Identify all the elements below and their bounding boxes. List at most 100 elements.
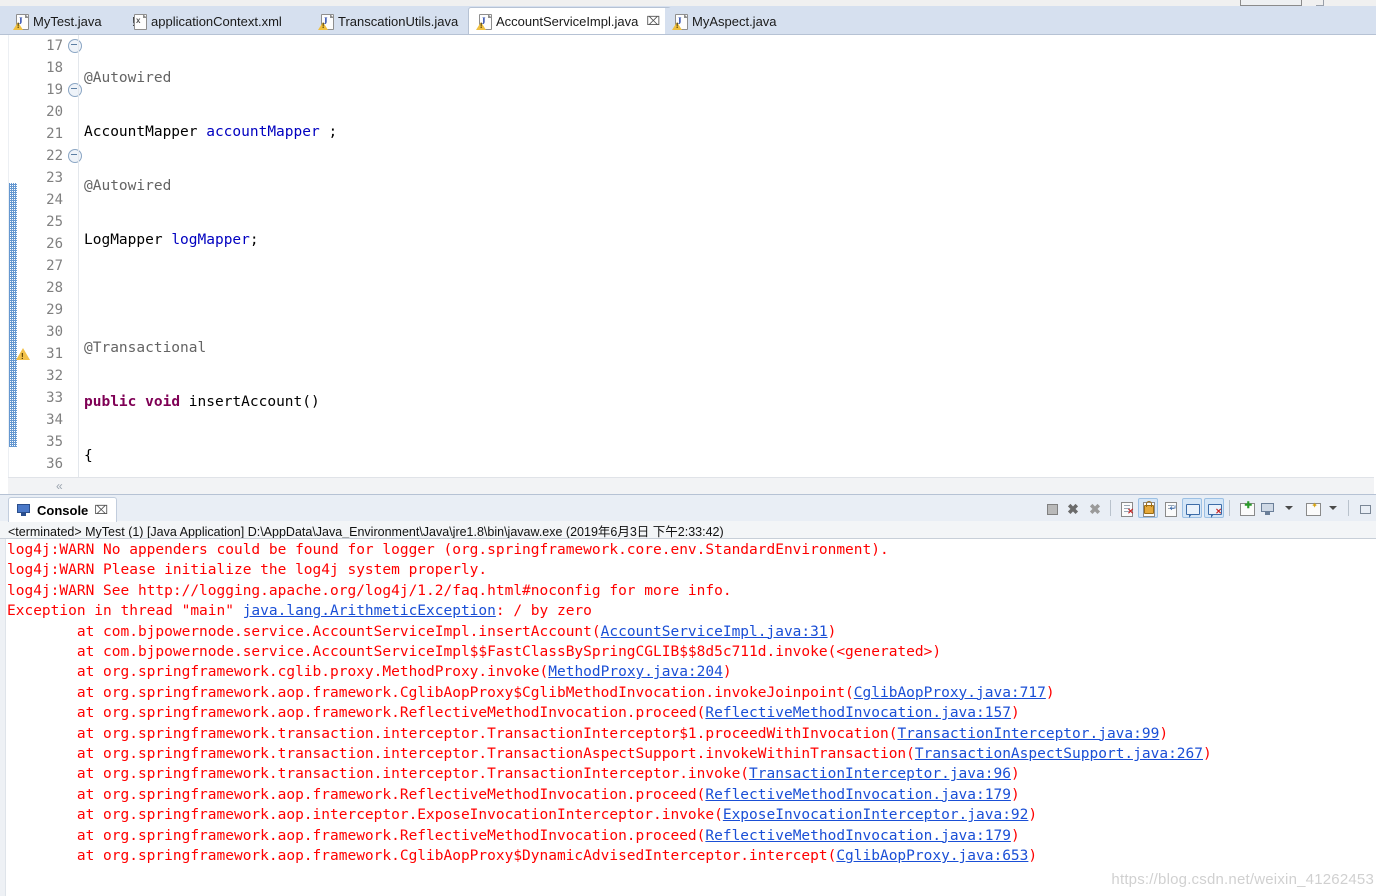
quick-diff-ruler bbox=[9, 183, 17, 447]
console-output-line: log4j:WARN No appenders could be found f… bbox=[7, 540, 1376, 560]
fold-toggle-line-22[interactable] bbox=[68, 149, 82, 163]
editor-horizontal-scrollbar[interactable]: « bbox=[8, 477, 1374, 494]
console-text: ) bbox=[722, 664, 732, 681]
console-output-line: at org.springframework.transaction.inter… bbox=[7, 724, 1376, 744]
line-number: 20 bbox=[46, 104, 63, 120]
open-console-button[interactable]: ✦ bbox=[1301, 498, 1321, 518]
scroll-left-icon[interactable]: « bbox=[56, 479, 63, 493]
show-console-on-output-button[interactable] bbox=[1182, 498, 1202, 518]
console-text: ) bbox=[1159, 725, 1169, 742]
terminate-button[interactable] bbox=[1041, 498, 1061, 518]
code-line-17: @Autowired bbox=[84, 70, 172, 86]
fold-toggle-line-19[interactable] bbox=[68, 83, 82, 97]
minimize-panel-button[interactable] bbox=[1354, 498, 1374, 518]
toolbar-separator bbox=[1348, 500, 1349, 516]
code-line-23: public void insertAccount() bbox=[84, 394, 320, 410]
stack-trace-link[interactable]: java.lang.ArithmeticException bbox=[243, 603, 496, 619]
stack-trace-link[interactable]: CglibAopProxy.java:653 bbox=[836, 848, 1028, 864]
editor-tab-transcationutils[interactable]: J ! TranscationUtils.java bbox=[311, 8, 469, 34]
line-number: 22 bbox=[46, 148, 63, 164]
line-number: 35 bbox=[46, 434, 63, 450]
fold-toggle-line-17[interactable] bbox=[68, 39, 82, 53]
console-output-line: log4j:WARN See http://logging.apache.org… bbox=[7, 581, 1376, 601]
console-text: at com.bjpowernode.service.AccountServic… bbox=[7, 644, 942, 661]
console-output-line: at org.springframework.cglib.proxy.Metho… bbox=[7, 662, 1376, 682]
code-line-24: { bbox=[84, 448, 93, 464]
editor-tab-applicationcontext[interactable]: x ! applicationContext.xml bbox=[124, 8, 292, 34]
close-icon[interactable]: ⌧ bbox=[94, 503, 108, 517]
console-left-rail bbox=[0, 539, 6, 896]
console-text: at org.springframework.aop.interceptor.E… bbox=[7, 807, 723, 824]
line-number: 32 bbox=[46, 368, 63, 384]
remove-all-terminated-button[interactable]: ✖ bbox=[1085, 498, 1105, 518]
display-selected-console-dropdown[interactable] bbox=[1279, 498, 1299, 518]
line-number: 19 bbox=[46, 82, 63, 98]
clear-console-button[interactable]: ✕ bbox=[1116, 498, 1136, 518]
editor-tab-accountserviceimpl[interactable]: J ! AccountServiceImpl.java ⌧ bbox=[468, 7, 672, 34]
stack-trace-link[interactable]: ReflectiveMethodInvocation.java:179 bbox=[705, 787, 1011, 803]
console-output-line: at org.springframework.aop.framework.Cgl… bbox=[7, 683, 1376, 703]
editor-tab-label: AccountServiceImpl.java bbox=[496, 13, 639, 29]
console-text: : / by zero bbox=[495, 603, 592, 620]
console-text: at org.springframework.transaction.inter… bbox=[7, 746, 915, 763]
tab-console[interactable]: Console ⌧ bbox=[8, 497, 118, 522]
console-text: log4j:WARN No appenders could be found f… bbox=[7, 542, 889, 558]
watermark: https://blog.csdn.net/weixin_41262453 bbox=[1111, 871, 1374, 888]
editor-tab-label: MyTest.java bbox=[33, 13, 102, 29]
java-file-icon: J ! bbox=[672, 13, 688, 30]
warning-marker-icon[interactable]: ! bbox=[16, 348, 30, 361]
console-text: ) bbox=[827, 623, 837, 640]
open-console-dropdown[interactable] bbox=[1323, 498, 1343, 518]
line-number: 23 bbox=[46, 170, 63, 186]
code-line-22: @Transactional bbox=[84, 340, 207, 356]
word-wrap-button[interactable]: ↵ bbox=[1160, 498, 1180, 518]
editor-tab-myaspect[interactable]: J ! MyAspect.java bbox=[665, 8, 787, 34]
display-selected-console-button[interactable] bbox=[1257, 498, 1277, 518]
eclipse-window: J ! MyTest.java x ! applicationContext.x… bbox=[0, 0, 1376, 896]
line-number: 28 bbox=[46, 280, 63, 296]
editor-tab-label: applicationContext.xml bbox=[151, 13, 282, 29]
stack-trace-link[interactable]: TransactionAspectSupport.java:267 bbox=[915, 746, 1203, 762]
line-number: 18 bbox=[46, 60, 63, 76]
stack-trace-link[interactable]: ReflectiveMethodInvocation.java:179 bbox=[705, 828, 1011, 844]
close-icon[interactable]: ⌧ bbox=[646, 14, 660, 28]
code-line-18: AccountMapper accountMapper ; bbox=[84, 124, 338, 140]
console-text: at org.springframework.aop.framework.Ref… bbox=[7, 827, 706, 844]
annotation-ruler bbox=[0, 35, 9, 494]
editor-tab-label: MyAspect.java bbox=[692, 13, 777, 29]
console-output-line: at org.springframework.transaction.inter… bbox=[7, 764, 1376, 784]
console-tab-label: Console bbox=[37, 502, 89, 518]
remove-launch-button[interactable]: ✖ bbox=[1063, 498, 1083, 518]
console-panel: Console ⌧ ✖ ✖ ✕ ↵ ✕ ✚ ✦ <terminated> MyT… bbox=[0, 494, 1376, 896]
editor-tab-label: TranscationUtils.java bbox=[338, 13, 459, 29]
console-tab-bar: Console ⌧ ✖ ✖ ✕ ↵ ✕ ✚ ✦ bbox=[0, 494, 1376, 522]
editor-tab-mytest[interactable]: J ! MyTest.java bbox=[6, 8, 112, 34]
line-number: 25 bbox=[46, 214, 63, 230]
stack-trace-link[interactable]: ExposeInvocationInterceptor.java:92 bbox=[723, 807, 1029, 823]
console-output-text: log4j:WARN No appenders could be found f… bbox=[7, 540, 1376, 867]
console-output-line: at org.springframework.aop.framework.Ref… bbox=[7, 785, 1376, 805]
stack-trace-link[interactable]: CglibAopProxy.java:717 bbox=[854, 685, 1046, 701]
console-output-line: Exception in thread "main" java.lang.Ari… bbox=[7, 601, 1376, 621]
pin-console-button[interactable]: ✚ bbox=[1235, 498, 1255, 518]
toolbar-separator bbox=[1229, 500, 1230, 516]
stack-trace-link[interactable]: TransactionInterceptor.java:96 bbox=[749, 766, 1011, 782]
scroll-lock-button[interactable] bbox=[1138, 498, 1158, 518]
stack-trace-link[interactable]: AccountServiceImpl.java:31 bbox=[601, 624, 828, 640]
stack-trace-link[interactable]: TransactionInterceptor.java:99 bbox=[897, 726, 1159, 742]
console-text: at org.springframework.cglib.proxy.Metho… bbox=[7, 664, 549, 681]
line-number: 34 bbox=[46, 412, 63, 428]
code-content[interactable]: @Autowired AccountMapper accountMapper ;… bbox=[84, 35, 1366, 494]
line-number: 27 bbox=[46, 258, 63, 274]
code-line-20: LogMapper logMapper; bbox=[84, 232, 259, 248]
console-text: at org.springframework.aop.framework.Ref… bbox=[7, 786, 706, 803]
stack-trace-link[interactable]: MethodProxy.java:204 bbox=[548, 664, 723, 680]
stack-trace-link[interactable]: ReflectiveMethodInvocation.java:157 bbox=[705, 705, 1011, 721]
code-editor[interactable]: 17 18 19 20 21 22 23 24 25 26 27 28 29 3… bbox=[0, 34, 1376, 494]
java-file-icon: J ! bbox=[318, 13, 334, 30]
line-number-ruler: 17 18 19 20 21 22 23 24 25 26 27 28 29 3… bbox=[17, 35, 67, 475]
console-output-area[interactable]: log4j:WARN No appenders could be found f… bbox=[0, 539, 1376, 896]
line-number: 17 bbox=[46, 38, 63, 54]
show-console-on-error-button[interactable]: ✕ bbox=[1204, 498, 1224, 518]
console-text: at org.springframework.transaction.inter… bbox=[7, 766, 750, 783]
